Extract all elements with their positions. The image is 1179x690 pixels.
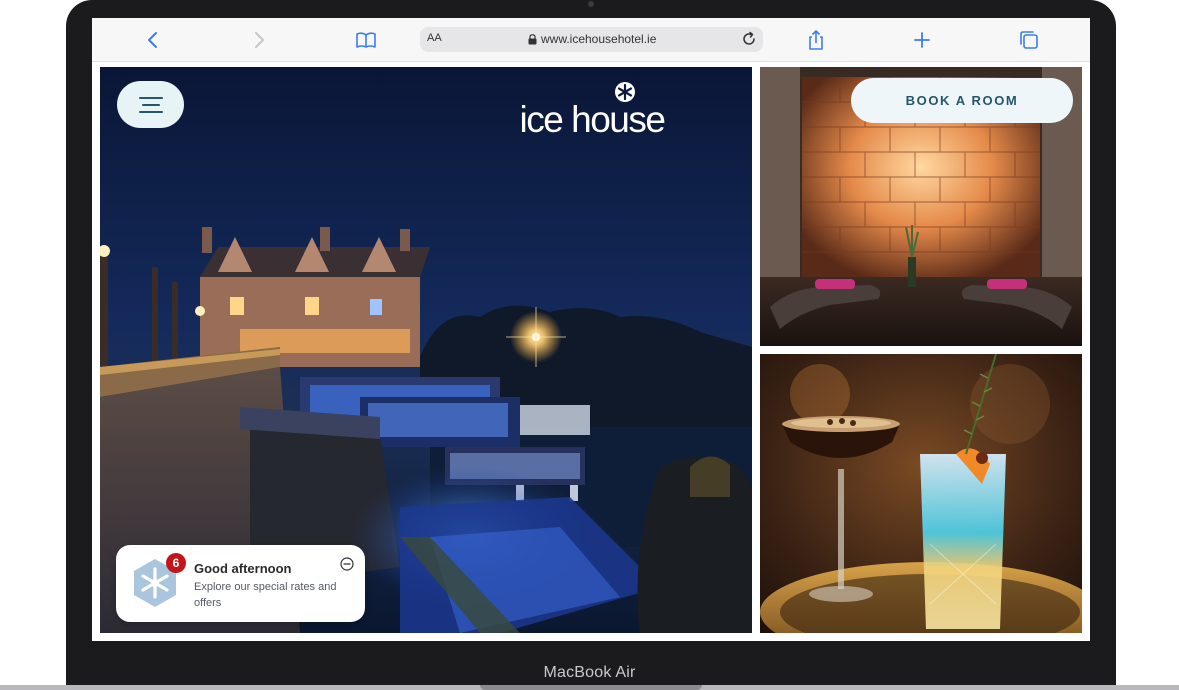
reload-icon[interactable] — [741, 31, 757, 47]
tabs-icon[interactable] — [1017, 28, 1041, 52]
book-icon[interactable] — [354, 28, 378, 52]
screen: AA www.icehousehotel.ie ice house 6 Good… — [92, 18, 1090, 641]
greeting-notification[interactable]: 6 Good afternoon Explore our special rat… — [116, 545, 365, 622]
web-page: ice house 6 Good afternoon Explore our s… — [92, 63, 1090, 641]
minus-circle-icon[interactable] — [340, 557, 354, 571]
url-text: www.icehousehotel.ie — [541, 32, 657, 46]
browser-toolbar: AA www.icehousehotel.ie — [92, 18, 1090, 62]
greeting-title: Good afternoon — [194, 561, 292, 576]
chevron-left-icon[interactable] — [141, 28, 165, 52]
address-bar[interactable]: AA www.icehousehotel.ie — [420, 27, 763, 52]
menu-button[interactable] — [117, 81, 184, 128]
hero-image: ice house 6 Good afternoon Explore our s… — [100, 67, 752, 633]
text-size-button[interactable]: AA — [427, 32, 442, 44]
laptop-notch — [480, 685, 702, 690]
hamburger-menu-icon — [138, 96, 163, 113]
logo-text: ice house — [519, 99, 666, 140]
spa-image: BOOK A ROOM — [760, 67, 1082, 346]
device-label: MacBook Air — [543, 664, 636, 681]
lock-icon — [528, 33, 537, 44]
site-logo[interactable]: ice house — [518, 81, 678, 141]
share-icon[interactable] — [804, 28, 828, 52]
cocktails-photo — [760, 354, 1082, 633]
plus-icon[interactable] — [910, 28, 934, 52]
chevron-right-icon[interactable] — [247, 28, 271, 52]
book-a-room-button[interactable]: BOOK A ROOM — [851, 78, 1073, 123]
webcam — [588, 1, 594, 7]
greeting-subtitle: Explore our special rates and offers — [194, 581, 337, 609]
cocktails-image — [760, 354, 1082, 633]
notification-badge: 6 — [166, 553, 186, 573]
